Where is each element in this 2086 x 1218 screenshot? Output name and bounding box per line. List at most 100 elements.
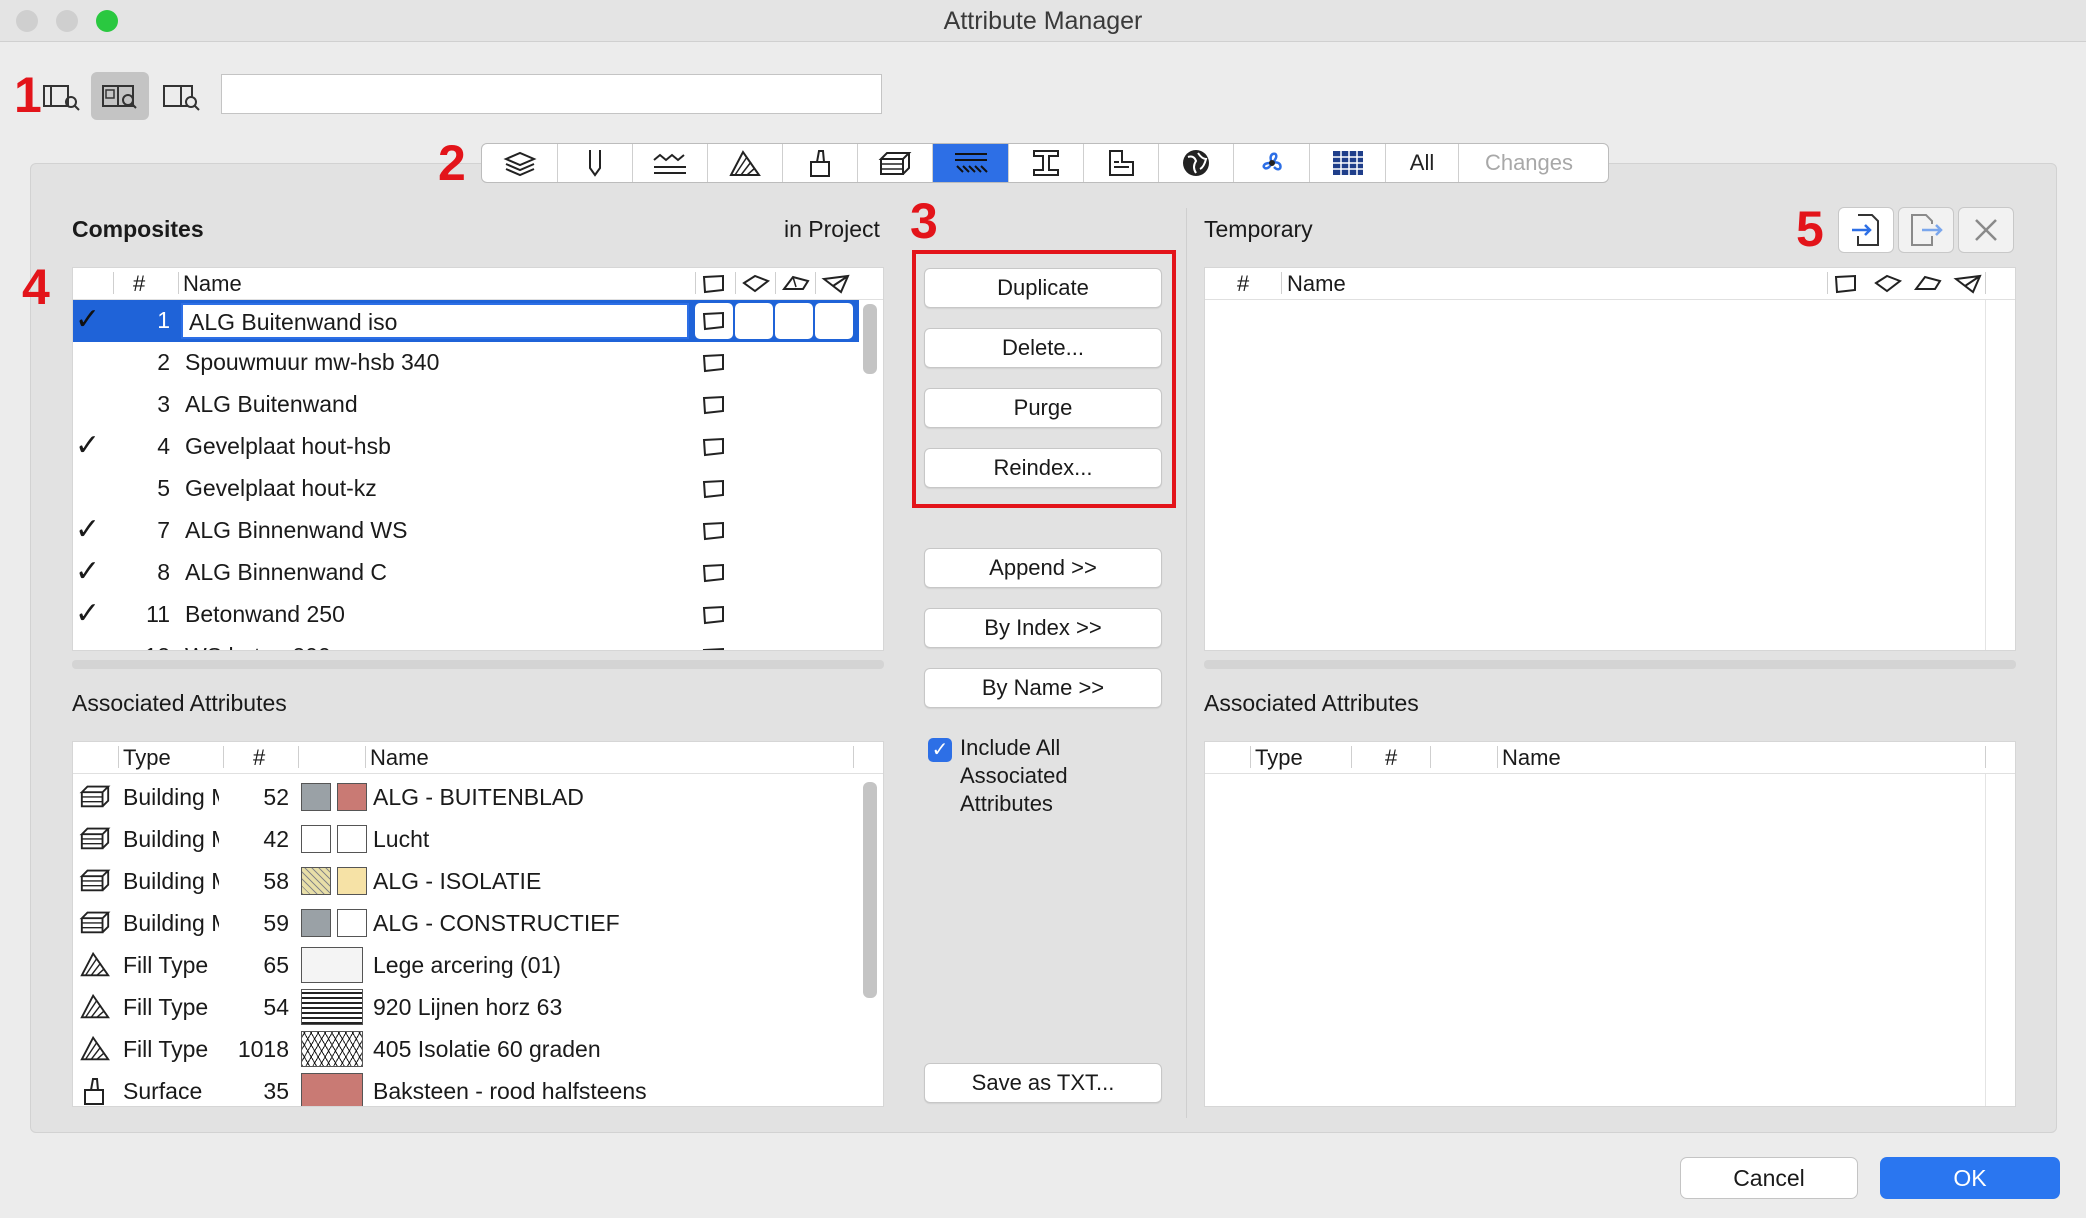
pen-icon (589, 150, 601, 177)
tab-composites[interactable] (933, 144, 1009, 182)
tab-mep-systems[interactable] (1310, 144, 1386, 182)
section-icon (742, 274, 771, 293)
table-row[interactable]: 5 Gevelplaat hout-kz (73, 468, 859, 510)
attribute-type: Fill Type (123, 994, 209, 1020)
table-row[interactable]: 12 WS beton 200 (73, 636, 859, 650)
table-row[interactable]: Building M 52 ALG - BUITENBLAD (73, 776, 859, 818)
row-index: 2 (157, 349, 170, 375)
floor-plan-icon (701, 604, 727, 632)
purge-button[interactable]: Purge (924, 388, 1162, 428)
zone-category-icon (1109, 150, 1134, 176)
col-type: Type (123, 745, 171, 770)
include-all-checkbox[interactable]: ✓ (928, 738, 952, 762)
row-name: Betonwand 250 (185, 601, 345, 627)
save-as-txt-button[interactable]: Save as TXT... (924, 1063, 1162, 1103)
table-row[interactable]: ✓ 7 ALG Binnenwand WS (73, 510, 859, 552)
open-file-button[interactable] (1838, 207, 1894, 253)
fill-type-icon (79, 1034, 111, 1068)
temporary-list[interactable]: # Name (1204, 267, 2016, 651)
row-index: 5 (157, 475, 170, 501)
table-row[interactable]: Fill Type 65 Lege arcering (01) (73, 944, 859, 986)
cancel-button[interactable]: Cancel (1680, 1157, 1858, 1199)
tab-fill-types[interactable] (708, 144, 783, 182)
table-row[interactable]: ✓ 11 Betonwand 250 (73, 594, 859, 636)
col-name: Name (1502, 745, 1561, 770)
table-row[interactable]: Building M 42 Lucht (73, 818, 859, 860)
tab-all[interactable]: All (1386, 144, 1459, 182)
tab-building-materials[interactable] (858, 144, 933, 182)
col-name: Name (370, 745, 429, 770)
used-checkmark: ✓ (75, 303, 101, 336)
associated-left-title: Associated Attributes (72, 690, 287, 716)
attribute-name: ALG - CONSTRUCTIEF (373, 910, 620, 936)
table-row[interactable]: Building M 59 ALG - CONSTRUCTIEF (73, 902, 859, 944)
attribute-type: Fill Type (123, 1036, 209, 1062)
elevation-toggle[interactable] (775, 303, 813, 339)
temporary-hscroll[interactable] (1204, 660, 2016, 669)
ok-button[interactable]: OK (1880, 1157, 2060, 1199)
table-row[interactable]: ✓ 4 Gevelplaat hout-hsb (73, 426, 859, 468)
line-type-icon (653, 153, 686, 174)
floor-plan-icon (702, 274, 724, 294)
tab-pens[interactable] (558, 144, 633, 182)
tab-operation-profiles[interactable] (1234, 144, 1310, 182)
building-material-icon (878, 152, 912, 175)
by-name-button[interactable]: By Name >> (924, 668, 1162, 708)
surface-swatch (337, 825, 367, 853)
tab-changes[interactable]: Changes (1459, 144, 1599, 182)
delete-button[interactable]: Delete... (924, 328, 1162, 368)
list-view-icon (43, 85, 80, 111)
table-row[interactable]: Fill Type 54 920 Lijnen horz 63 (73, 986, 859, 1028)
floor-plan-icon (701, 352, 727, 380)
composites-title: Composites (72, 216, 204, 242)
table-row[interactable]: 3 ALG Buitenwand (73, 384, 859, 426)
search-input[interactable] (221, 74, 882, 114)
temporary-title: Temporary (1204, 216, 1313, 242)
export-file-button[interactable] (1898, 207, 1954, 253)
building-material-icon (79, 866, 111, 900)
detail-view-button[interactable] (152, 72, 210, 120)
table-row[interactable]: Fill Type 1018 405 Isolatie 60 graden (73, 1028, 859, 1070)
list-view-button[interactable] (32, 72, 90, 120)
table-row[interactable]: ✓ 1 ALG Buitenwand iso (73, 300, 859, 342)
surface-swatch (337, 909, 367, 937)
associated-left-list[interactable]: Type # Name Building M 52 ALG - BUITENBLAD… (72, 741, 884, 1107)
floor-plan-icon (1834, 274, 1856, 294)
associated-right-list[interactable]: Type # Name (1204, 741, 2016, 1107)
name-edit-field[interactable]: ALG Buitenwand iso (181, 303, 689, 339)
col-num: # (133, 271, 146, 296)
attribute-name: ALG - ISOLATIE (373, 868, 542, 894)
table-row[interactable]: ✓ 8 ALG Binnenwand C (73, 552, 859, 594)
close-file-button[interactable] (1958, 207, 2014, 253)
tab-surfaces[interactable] (783, 144, 858, 182)
section-toggle[interactable] (735, 303, 773, 339)
reindex-button[interactable]: Reindex... (924, 448, 1162, 488)
attribute-name: Lege arcering (01) (373, 952, 561, 978)
tab-zone-categories[interactable] (1084, 144, 1159, 182)
include-all-label[interactable]: Include All Associated Attributes (960, 734, 1130, 818)
duplicate-button[interactable]: Duplicate (924, 268, 1162, 308)
attribute-type: Building M (123, 784, 219, 810)
associated-left-scrollbar[interactable] (863, 782, 877, 998)
composites-scrollbar[interactable] (863, 304, 877, 374)
by-index-button[interactable]: By Index >> (924, 608, 1162, 648)
title-bar: Attribute Manager (0, 0, 2086, 42)
attribute-name: 920 Lijnen horz 63 (373, 994, 563, 1020)
3d-toggle[interactable] (815, 303, 853, 339)
split-view-button[interactable] (91, 72, 149, 120)
table-row[interactable]: Building M 58 ALG - ISOLATIE (73, 860, 859, 902)
tab-markup[interactable] (1159, 144, 1234, 182)
table-row[interactable]: Surface 35 Baksteen - rood halfsteens (73, 1070, 859, 1106)
composites-hscroll[interactable] (72, 660, 884, 669)
table-row[interactable]: 2 Spouwmuur mw-hsb 340 (73, 342, 859, 384)
append-button[interactable]: Append >> (924, 548, 1162, 588)
col-type: Type (1255, 745, 1303, 770)
floor-plan-toggle[interactable] (695, 303, 733, 339)
tab-line-types[interactable] (633, 144, 708, 182)
composites-list[interactable]: # Name ✓ 1 ALG Buitenwand iso 2 Spouwmuur mw… (72, 267, 884, 651)
include-all-label-line: Attributes (960, 791, 1053, 816)
tab-layers[interactable] (482, 144, 558, 182)
tab-profiles[interactable] (1009, 144, 1084, 182)
row-index: 4 (157, 433, 170, 459)
col-name: Name (1287, 271, 1346, 296)
